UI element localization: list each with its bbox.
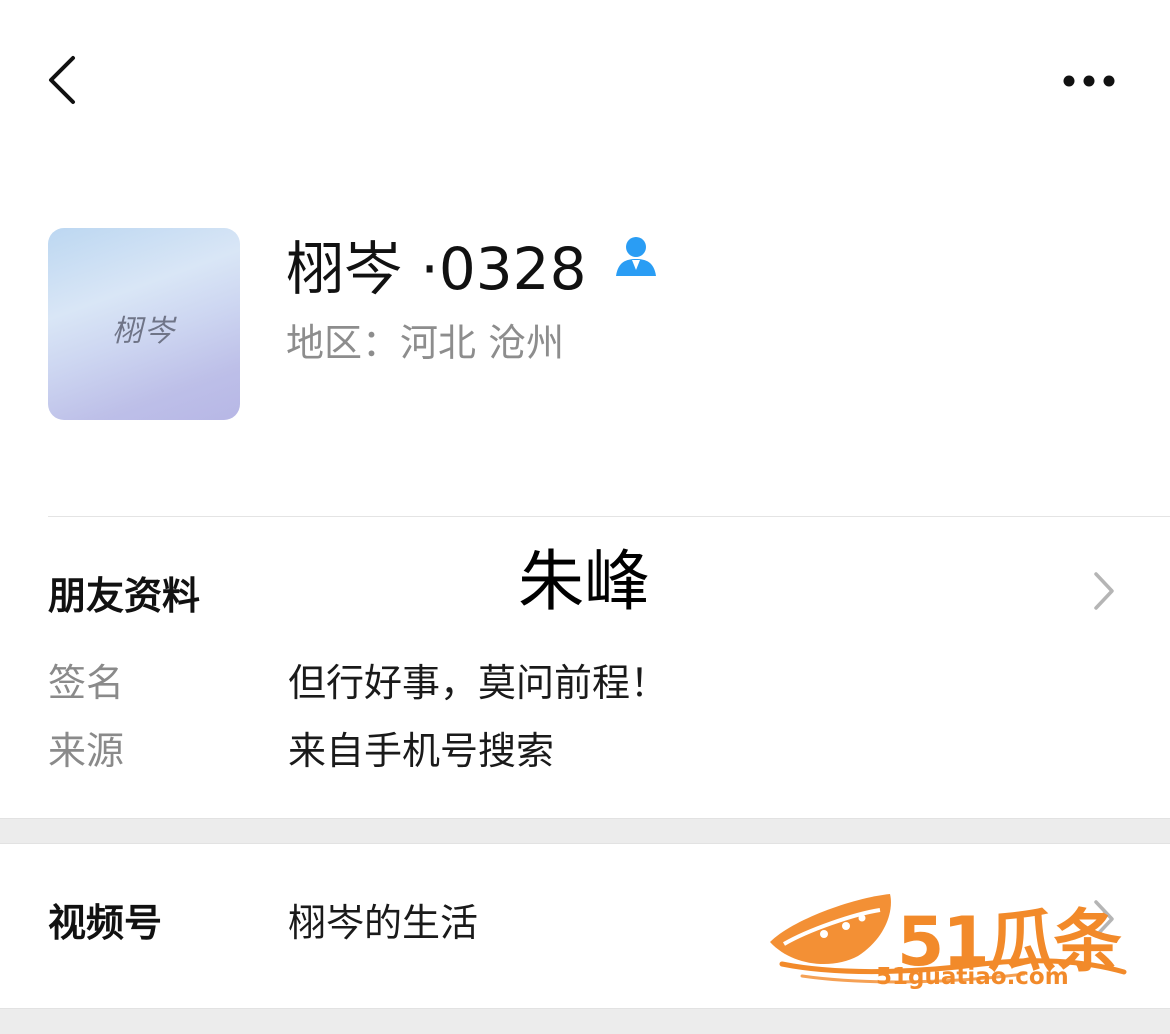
- chevron-right-icon[interactable]: [1088, 568, 1118, 614]
- video-channel-value: 栩岑的生活: [288, 901, 479, 945]
- divider: [48, 516, 1170, 517]
- video-channel-label: 视频号: [48, 901, 163, 945]
- chevron-left-icon: [49, 56, 75, 104]
- region-text: 地区：河北 沧州: [286, 321, 565, 365]
- avatar[interactable]: 栩岑: [48, 228, 240, 420]
- more-button[interactable]: [1055, 60, 1125, 100]
- contact-person-icon: [612, 234, 660, 278]
- display-name: 栩岑 ·0328: [286, 235, 587, 303]
- section-gap: [0, 818, 1170, 844]
- signature-label: 签名: [48, 661, 125, 705]
- avatar-text: 栩岑: [112, 314, 176, 349]
- friend-info-title[interactable]: 朋友资料: [48, 565, 200, 620]
- source-label: 来源: [48, 729, 125, 773]
- watermark-url: 51guatiao.com: [876, 964, 1069, 990]
- source-value: 来自手机号搜索: [288, 729, 555, 773]
- signature-value: 但行好事，莫问前程！: [288, 661, 669, 705]
- overlay-name-text: 朱峰: [518, 543, 650, 620]
- section-gap: [0, 1008, 1170, 1034]
- more-horizontal-icon: [1063, 75, 1115, 87]
- back-button[interactable]: [40, 50, 90, 110]
